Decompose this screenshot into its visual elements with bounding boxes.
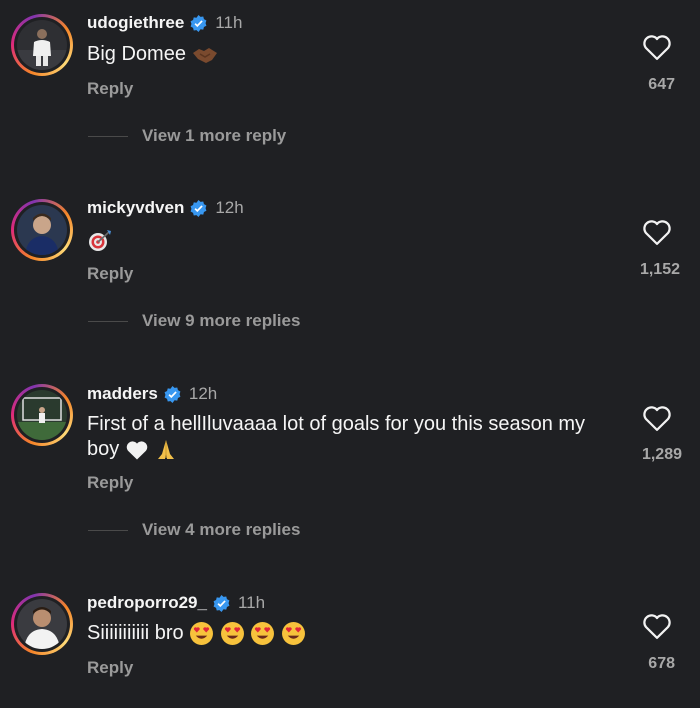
- heart-outline-icon[interactable]: [642, 612, 672, 640]
- handshake-emoji-icon: [192, 47, 217, 63]
- avatar[interactable]: [11, 593, 73, 655]
- username[interactable]: madders: [87, 384, 158, 404]
- timestamp: 12h: [215, 198, 244, 217]
- username[interactable]: udogiethree: [87, 13, 184, 33]
- folded-hands-emoji-icon: [158, 439, 175, 459]
- avatar[interactable]: [11, 14, 73, 76]
- heart-outline-icon[interactable]: [642, 404, 672, 432]
- timestamp: 11h: [215, 13, 243, 32]
- like-count: 647: [648, 76, 675, 93]
- reply-button[interactable]: Reply: [87, 79, 133, 99]
- comment-text: First of a hellIluvaaaa lot of goals for…: [87, 413, 586, 460]
- view-more-replies[interactable]: View 4 more replies: [88, 520, 300, 540]
- heart-eyes-emoji-icon: [251, 622, 275, 646]
- view-more-replies[interactable]: View 1 more reply: [88, 126, 286, 146]
- reply-button[interactable]: Reply: [87, 658, 133, 678]
- timestamp: 11h: [237, 593, 266, 612]
- heart-outline-icon[interactable]: [642, 33, 672, 61]
- like-count: 678: [648, 655, 675, 672]
- heart-eyes-emoji-icon: [190, 622, 214, 646]
- verified-badge-icon: [213, 594, 230, 612]
- comment-text: Siiiiiiiiiii bro: [87, 621, 617, 646]
- username[interactable]: mickyvdven: [87, 198, 184, 218]
- divider: [88, 529, 128, 531]
- verified-badge-icon: [190, 14, 207, 32]
- reply-button[interactable]: Reply: [87, 264, 133, 284]
- comment-text: [87, 228, 617, 253]
- avatar[interactable]: [11, 384, 73, 446]
- verified-badge-icon: [164, 385, 181, 403]
- heart-eyes-emoji-icon: [220, 622, 244, 646]
- reply-button[interactable]: Reply: [87, 473, 133, 493]
- heart-eyes-emoji-group: [189, 622, 306, 646]
- timestamp: 12h: [188, 384, 218, 403]
- direct-hit-emoji-icon: [89, 229, 111, 251]
- heart-outline-icon[interactable]: [642, 218, 672, 246]
- verified-badge-icon: [190, 199, 207, 217]
- comment-text: Big Domee: [87, 42, 617, 67]
- divider: [88, 135, 128, 137]
- avatar[interactable]: [11, 199, 73, 261]
- heart-eyes-emoji-icon: [281, 622, 305, 646]
- divider: [88, 320, 128, 322]
- view-more-replies[interactable]: View 9 more replies: [88, 311, 300, 331]
- white-heart-emoji-icon: [126, 441, 148, 460]
- username[interactable]: pedroporro29_: [87, 593, 207, 613]
- like-count: 1,152: [639, 261, 680, 278]
- like-count: 1,289: [641, 446, 682, 463]
